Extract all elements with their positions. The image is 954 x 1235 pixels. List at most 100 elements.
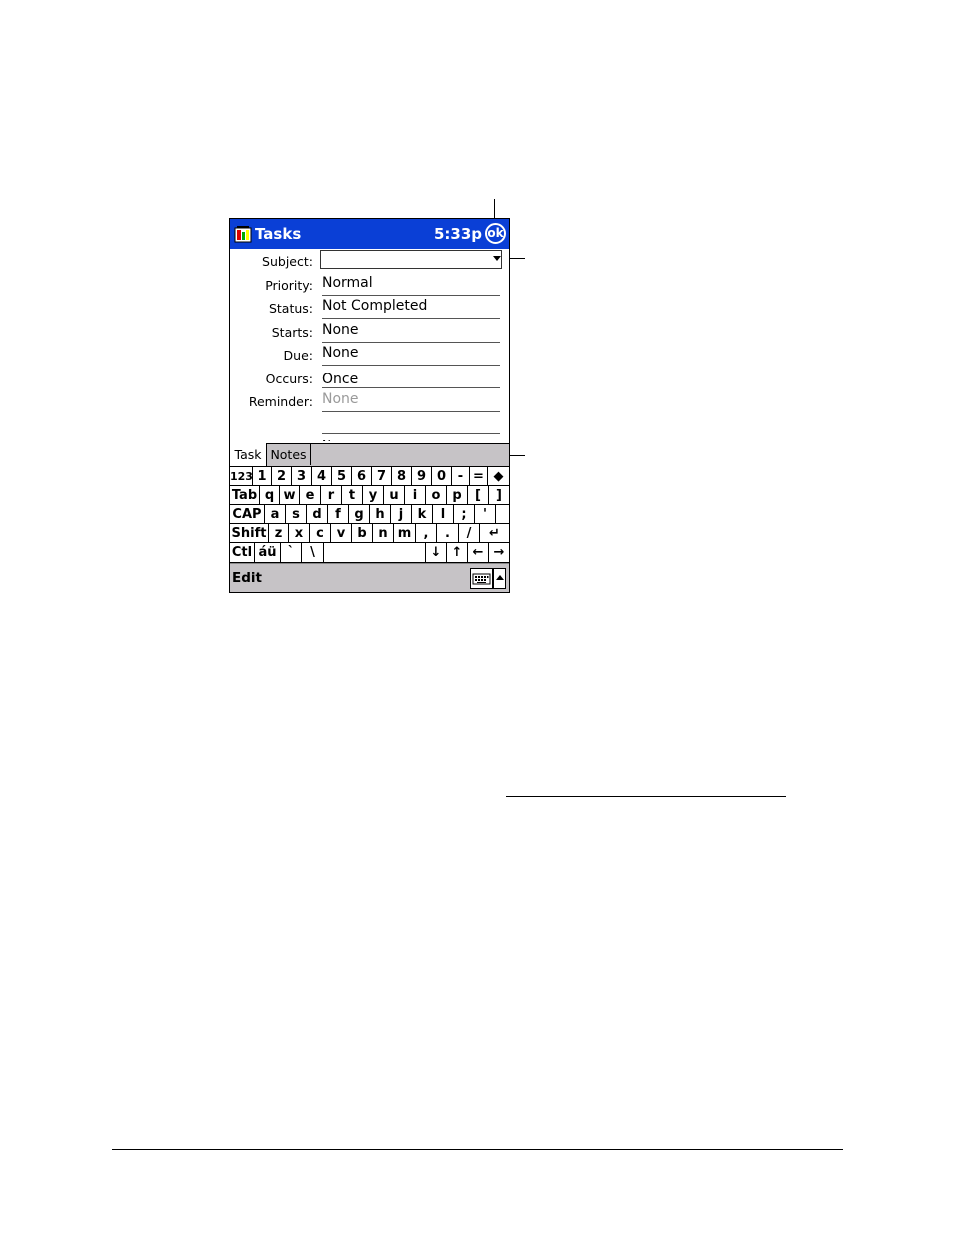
key-u[interactable]: u xyxy=(384,486,405,505)
key-y[interactable]: y xyxy=(363,486,384,505)
keyboard-row-3: CAP a s d f g h j k l ; ' xyxy=(230,504,509,524)
page-footer-rule xyxy=(112,1149,843,1150)
key-1[interactable]: 1 xyxy=(253,467,272,486)
tab-task[interactable]: Task xyxy=(230,443,267,466)
pocket-pc-screen: Tasks 5:33p ok Subject: Priority: Normal… xyxy=(229,218,510,593)
priority-label: Priority: xyxy=(265,278,313,293)
key-p[interactable]: p xyxy=(447,486,468,505)
key-j[interactable]: j xyxy=(391,505,412,524)
key-tab[interactable]: Tab xyxy=(230,486,260,505)
status-value[interactable]: Not Completed xyxy=(322,297,500,319)
reminder-value[interactable]: None xyxy=(322,390,500,412)
due-row: Due: None xyxy=(230,343,509,366)
key-r[interactable]: r xyxy=(321,486,342,505)
key-o[interactable]: o xyxy=(426,486,447,505)
key-5[interactable]: 5 xyxy=(332,467,352,486)
occurs-value[interactable]: Once xyxy=(322,373,500,388)
key-8[interactable]: 8 xyxy=(392,467,412,486)
title-bar: Tasks 5:33p ok xyxy=(230,219,509,249)
tab-notes[interactable]: Notes xyxy=(267,444,311,465)
key-2[interactable]: 2 xyxy=(272,467,292,486)
key-c[interactable]: c xyxy=(310,524,331,543)
edit-menu[interactable]: Edit xyxy=(232,570,262,586)
input-panel-button[interactable] xyxy=(470,568,493,589)
key-l[interactable]: l xyxy=(433,505,454,524)
soft-keyboard: 123 1 2 3 4 5 6 7 8 9 0 - = ◆ Tab q w e … xyxy=(230,466,509,563)
callout-line-ok xyxy=(494,199,495,220)
backspace-icon[interactable]: ◆ xyxy=(488,467,509,486)
key-close-bracket[interactable]: ] xyxy=(489,486,509,505)
keyboard-row-4: Shift z x c v b n m , . / ↵ xyxy=(230,523,509,543)
keyboard-row-2: Tab q w e r t y u i o p [ ] xyxy=(230,485,509,505)
key-slash[interactable]: / xyxy=(459,524,480,543)
key-shift[interactable]: Shift xyxy=(230,524,269,543)
starts-value[interactable]: None xyxy=(322,321,500,343)
key-6[interactable]: 6 xyxy=(352,467,372,486)
arrow-down-icon[interactable]: ↓ xyxy=(426,543,447,562)
key-comma[interactable]: , xyxy=(416,524,437,543)
key-f[interactable]: f xyxy=(328,505,349,524)
key-backslash[interactable]: \ xyxy=(302,543,324,562)
key-space[interactable] xyxy=(324,543,426,562)
key-ctl[interactable]: Ctl xyxy=(230,543,255,562)
key-3[interactable]: 3 xyxy=(292,467,312,486)
status-label: Status: xyxy=(268,301,313,316)
tasks-app-icon xyxy=(234,226,252,243)
status-row: Status: Not Completed xyxy=(230,296,509,319)
subject-dropdown-arrow-icon[interactable] xyxy=(493,256,501,261)
starts-row: Starts: None xyxy=(230,320,509,343)
starts-label: Starts: xyxy=(271,325,313,340)
menu-bar: Edit xyxy=(230,563,509,592)
key-v[interactable]: v xyxy=(331,524,352,543)
reminder-label: Reminder: xyxy=(248,394,313,409)
key-9[interactable]: 9 xyxy=(412,467,432,486)
arrow-right-icon[interactable]: → xyxy=(489,543,509,562)
enter-icon[interactable]: ↵ xyxy=(480,524,509,543)
key-i[interactable]: i xyxy=(405,486,426,505)
key-blank-right[interactable] xyxy=(496,505,509,524)
arrow-up-small-icon xyxy=(496,575,504,580)
key-b[interactable]: b xyxy=(352,524,373,543)
input-method-menu-button[interactable] xyxy=(493,568,506,589)
ok-button[interactable]: ok xyxy=(485,223,506,244)
key-semicolon[interactable]: ; xyxy=(454,505,475,524)
key-accents[interactable]: áü xyxy=(255,543,281,562)
keyboard-row-1: 123 1 2 3 4 5 6 7 8 9 0 - = ◆ xyxy=(230,466,509,486)
subject-input[interactable] xyxy=(320,250,502,269)
key-n[interactable]: n xyxy=(373,524,394,543)
key-m[interactable]: m xyxy=(394,524,416,543)
key-7[interactable]: 7 xyxy=(372,467,392,486)
key-q[interactable]: q xyxy=(260,486,280,505)
arrow-left-icon[interactable]: ← xyxy=(468,543,489,562)
key-k[interactable]: k xyxy=(412,505,433,524)
tab-strip: Task Notes xyxy=(230,443,509,466)
key-backtick[interactable]: ` xyxy=(281,543,302,562)
priority-value[interactable]: Normal xyxy=(322,274,500,296)
key-a[interactable]: a xyxy=(265,505,286,524)
key-caps[interactable]: CAP xyxy=(230,505,265,524)
key-4[interactable]: 4 xyxy=(312,467,332,486)
due-label: Due: xyxy=(283,348,313,363)
key-0[interactable]: 0 xyxy=(432,467,452,486)
key-period[interactable]: . xyxy=(437,524,459,543)
key-g[interactable]: g xyxy=(349,505,370,524)
key-h[interactable]: h xyxy=(370,505,391,524)
key-x[interactable]: x xyxy=(289,524,310,543)
key-w[interactable]: w xyxy=(280,486,300,505)
key-minus[interactable]: - xyxy=(452,467,470,486)
key-e[interactable]: e xyxy=(300,486,321,505)
clock[interactable]: 5:33p xyxy=(434,225,482,243)
key-open-bracket[interactable]: [ xyxy=(468,486,489,505)
arrow-up-icon[interactable]: ↑ xyxy=(447,543,468,562)
subject-label: Subject: xyxy=(262,254,313,269)
key-t[interactable]: t xyxy=(342,486,363,505)
key-d[interactable]: d xyxy=(307,505,328,524)
key-123[interactable]: 123 xyxy=(230,467,253,486)
field-divider xyxy=(322,433,500,434)
due-value[interactable]: None xyxy=(322,344,500,366)
key-s[interactable]: s xyxy=(286,505,307,524)
key-apostrophe[interactable]: ' xyxy=(475,505,496,524)
key-equals[interactable]: = xyxy=(470,467,488,486)
priority-row: Priority: Normal xyxy=(230,273,509,296)
key-z[interactable]: z xyxy=(269,524,289,543)
